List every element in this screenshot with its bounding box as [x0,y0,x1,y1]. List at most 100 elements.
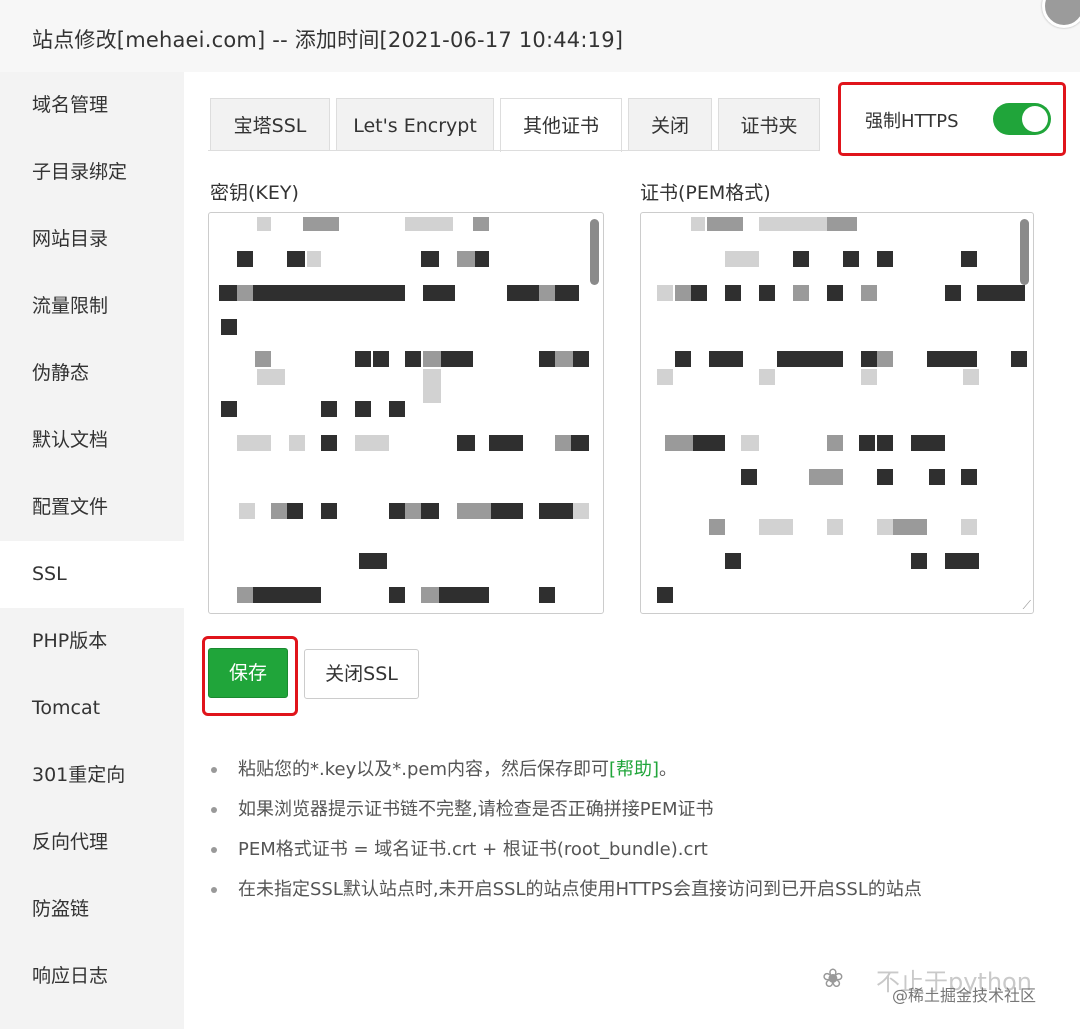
sidebar-item-config[interactable]: 配置文件 [0,474,184,541]
pem-textarea[interactable]: ⟋ [640,212,1034,614]
redacted-block [421,587,439,603]
redacted-block [843,251,859,267]
redacted-block [877,351,893,367]
redacted-block [257,369,285,385]
redacted-block [373,351,389,367]
redacted-block [759,369,775,385]
redacted-block [809,469,843,485]
close-ssl-button[interactable]: 关闭SSL [304,649,419,699]
redacted-block [859,435,875,451]
redacted-block [963,369,979,385]
redacted-block [691,217,705,231]
sidebar-item-hotlink[interactable]: 防盗链 [0,876,184,943]
tab-cert-folder[interactable]: 证书夹 [718,98,820,150]
sidebar-item-php[interactable]: PHP版本 [0,608,184,675]
redacted-block [489,435,523,451]
sidebar-item-redirect[interactable]: 301重定向 [0,742,184,809]
redacted-block [253,587,321,603]
redacted-block [573,351,589,367]
tab-divider [208,150,820,151]
redacted-block [539,285,555,301]
sidebar-item-site-dir[interactable]: 网站目录 [0,206,184,273]
list-item: PEM格式证书 = 域名证书.crt + 根证书(root_bundle).cr… [208,832,1068,872]
tip-text: 如果浏览器提示证书链不完整,请检查是否正确拼接PEM证书 [238,799,714,820]
redacted-block [945,285,961,301]
redacted-block [741,469,757,485]
sidebar-item-log[interactable]: 响应日志 [0,943,184,1010]
redacted-block [423,369,441,403]
sidebar-item-subdir[interactable]: 子目录绑定 [0,139,184,206]
redacted-block [219,285,237,301]
tip-text: PEM格式证书 = 域名证书.crt + 根证书(root_bundle).cr… [238,839,708,860]
redacted-block [725,553,741,569]
sidebar-item-ssl[interactable]: SSL [0,541,184,608]
redacted-block [555,435,571,451]
tips-list: 粘贴您的*.key以及*.pem内容，然后保存即可[帮助]。 如果浏览器提示证书… [208,752,1068,912]
sidebar-item-rewrite[interactable]: 伪静态 [0,340,184,407]
redacted-block [709,351,743,367]
tip-text: 粘贴您的*.key以及*.pem内容，然后保存即可 [238,759,609,780]
redacted-block [491,503,523,519]
redacted-block [237,285,253,301]
redacted-block [675,285,691,301]
key-scrollbar[interactable] [590,219,599,285]
redacted-block [877,435,893,451]
redacted-block [861,369,877,385]
redacted-block [911,553,927,569]
redacted-block [877,251,893,267]
help-link[interactable]: [帮助] [609,759,659,780]
toggle-knob [1022,106,1048,132]
title-bar: 站点修改[mehaei.com] -- 添加时间[2021-06-17 10:4… [0,0,1080,73]
redacted-block [777,351,843,367]
redacted-block [691,285,707,301]
resize-handle-icon[interactable]: ⟋ [1023,599,1031,611]
sidebar-item-proxy[interactable]: 反向代理 [0,809,184,876]
redacted-block [321,435,337,451]
redacted-block [877,519,893,535]
redacted-block [861,351,877,367]
pem-scrollbar[interactable] [1020,219,1029,285]
redacted-block [389,401,405,417]
redacted-block [657,285,673,301]
redacted-block [665,435,693,451]
key-textarea[interactable] [208,212,604,614]
tab-other-cert[interactable]: 其他证书 [500,98,622,152]
tab-close[interactable]: 关闭 [628,98,712,150]
redacted-block [405,503,421,519]
sidebar-item-traffic[interactable]: 流量限制 [0,273,184,340]
redacted-block [961,519,977,535]
bullet-icon [211,847,217,853]
redacted-block [421,251,439,267]
tab-bt-ssl[interactable]: 宝塔SSL [210,98,330,150]
redacted-block [287,251,305,267]
redacted-block [237,435,271,451]
wechat-icon: ❀ [822,964,844,994]
redacted-block [289,435,305,451]
redacted-block [271,503,287,519]
tab-lets-encrypt[interactable]: Let's Encrypt [336,98,494,150]
sidebar-item-default-doc[interactable]: 默认文档 [0,407,184,474]
redacted-block [759,217,827,231]
pem-label: 证书(PEM格式) [640,182,771,204]
key-label: 密钥(KEY) [210,182,299,204]
redacted-block [355,401,371,417]
tip-text: 在未指定SSL默认站点时,未开启SSL的站点使用HTTPS会直接访问到已开启SS… [238,879,922,900]
redacted-block [555,285,579,301]
redacted-block [439,587,489,603]
tip-end: 。 [659,759,678,780]
force-https-toggle[interactable] [993,103,1051,135]
sidebar: 域名管理 子目录绑定 网站目录 流量限制 伪静态 默认文档 配置文件 SSL P… [0,72,184,1029]
redacted-block [657,369,673,385]
force-https-label: 强制HTTPS [865,111,959,132]
redacted-block [253,285,405,301]
sidebar-item-tomcat[interactable]: Tomcat [0,675,184,742]
save-button[interactable]: 保存 [208,648,288,698]
redacted-block [741,435,759,451]
redacted-block [405,217,453,231]
redacted-block [945,553,979,569]
redacted-block [457,435,475,451]
redacted-block [287,503,303,519]
sidebar-item-domain[interactable]: 域名管理 [0,72,184,139]
redacted-block [507,285,539,301]
redacted-block [929,469,945,485]
